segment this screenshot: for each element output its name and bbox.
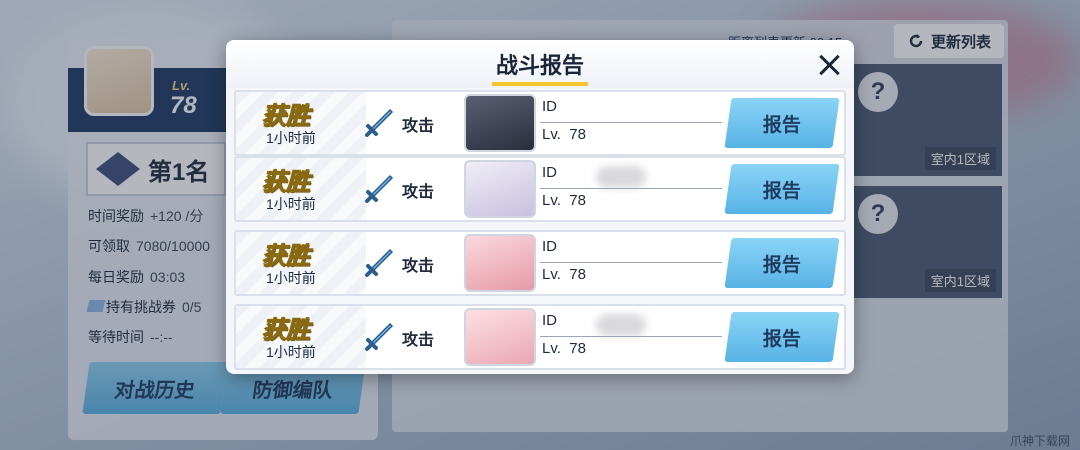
action-label: 攻击: [402, 332, 435, 349]
id-underline: [540, 336, 722, 337]
opponent-portrait: [464, 160, 536, 218]
level-text: Lv. 78: [542, 340, 586, 357]
action-label: 攻击: [402, 258, 435, 275]
report-button[interactable]: 报告: [724, 312, 840, 362]
id-label: ID: [542, 238, 557, 255]
opponent-portrait: [464, 234, 536, 292]
opponent-portrait: [464, 308, 536, 366]
sword-icon: [365, 174, 394, 203]
report-row: 获胜 1小时前 攻击 ID Lv. 78 报告: [234, 230, 846, 296]
watermark: 爪神下载网: [1010, 434, 1071, 448]
sword-icon: [365, 248, 394, 277]
action-label: 攻击: [402, 118, 435, 135]
report-button[interactable]: 报告: [724, 164, 840, 214]
redacted-id: [596, 166, 646, 188]
redacted-id: [596, 314, 646, 336]
level-text: Lv. 78: [542, 266, 586, 283]
sword-icon: [365, 108, 394, 137]
victory-label: 获胜: [262, 243, 311, 271]
battle-time: 1小时前: [266, 196, 316, 212]
opponent-portrait: [464, 94, 536, 152]
report-button[interactable]: 报告: [724, 238, 840, 288]
level-text: Lv. 78: [542, 192, 586, 209]
id-label: ID: [542, 312, 557, 329]
id-underline: [540, 122, 722, 123]
id-underline: [540, 262, 722, 263]
id-label: ID: [542, 98, 557, 115]
sword-icon: [365, 322, 394, 351]
level-text: Lv. 78: [542, 126, 586, 143]
battle-time: 1小时前: [266, 344, 316, 360]
dialog-title: 战斗报告: [495, 53, 584, 78]
victory-label: 获胜: [262, 317, 311, 345]
close-icon[interactable]: [814, 50, 844, 80]
title-underline: [492, 82, 588, 86]
id-label: ID: [542, 164, 557, 181]
id-underline: [540, 188, 722, 189]
action-label: 攻击: [402, 184, 435, 201]
report-row: 获胜 1小时前 攻击 ID Lv. 78 报告: [234, 90, 846, 156]
victory-label: 获胜: [262, 103, 311, 131]
report-button[interactable]: 报告: [724, 98, 840, 148]
battle-report-dialog: 战斗报告 获胜 1小时前 攻击 ID Lv. 78 报告 获胜 1小时前 攻击 …: [226, 40, 854, 374]
battle-time: 1小时前: [266, 130, 316, 146]
report-row: 获胜 1小时前 攻击 ID Lv. 78 报告: [234, 156, 846, 222]
report-row: 获胜 1小时前 攻击 ID Lv. 78 报告: [234, 304, 846, 370]
victory-label: 获胜: [262, 169, 311, 197]
battle-time: 1小时前: [266, 270, 316, 286]
